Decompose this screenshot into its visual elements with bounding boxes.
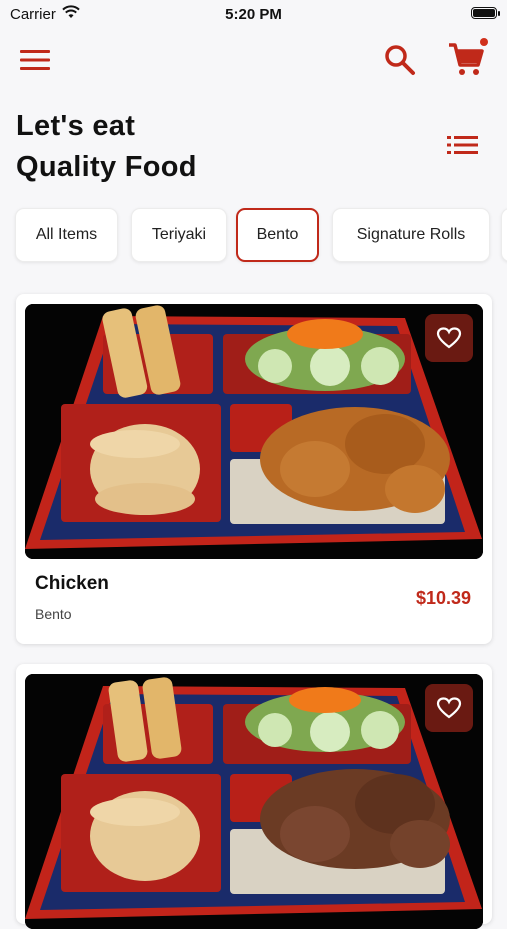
page-title: Let's eat Quality Food <box>16 106 197 188</box>
chip-label: All Items <box>35 226 98 243</box>
category-chips: All Items Teriyaki Bento Signature Rolls <box>0 206 507 266</box>
bento-photo <box>25 304 483 559</box>
cart-badge-dot <box>480 38 488 46</box>
item-card[interactable] <box>16 664 492 929</box>
item-card[interactable]: Chicken Bento $10.39 <box>16 294 492 644</box>
status-time: 5:20 PM <box>225 6 282 23</box>
title-line-1: Let's eat <box>16 110 136 142</box>
heart-icon <box>436 327 462 349</box>
cart-button[interactable] <box>446 38 488 78</box>
list-view-icon <box>447 136 478 154</box>
bento-image <box>25 674 483 929</box>
item-name: Chicken <box>35 573 109 594</box>
heart-icon <box>436 697 462 719</box>
search-icon <box>385 45 415 75</box>
battery-icon <box>471 7 500 19</box>
chip-label: Bento <box>256 226 299 243</box>
chicken-bento-image <box>25 304 483 559</box>
chip-all-items[interactable]: All Items <box>15 208 118 262</box>
status-bar: Carrier 5:20 PM <box>0 0 507 30</box>
item-category: Bento <box>35 606 72 622</box>
chip-label: Signature Rolls <box>356 226 466 243</box>
search-button[interactable] <box>383 43 417 77</box>
chip-label: Teriyaki <box>151 226 207 243</box>
favorite-button[interactable] <box>425 314 473 362</box>
chip-bento[interactable]: Bento <box>236 208 319 262</box>
chip-teriyaki[interactable]: Teriyaki <box>131 208 227 262</box>
list-view-button[interactable] <box>446 132 480 158</box>
hamburger-menu-icon <box>20 50 50 70</box>
chip-more[interactable] <box>501 208 507 262</box>
menu-button[interactable] <box>19 47 51 73</box>
bento-photo <box>25 674 483 929</box>
title-line-2: Quality Food <box>16 151 197 183</box>
favorite-button[interactable] <box>425 684 473 732</box>
chip-signature-rolls[interactable]: Signature Rolls <box>332 208 490 262</box>
item-price: $10.39 <box>415 588 471 608</box>
